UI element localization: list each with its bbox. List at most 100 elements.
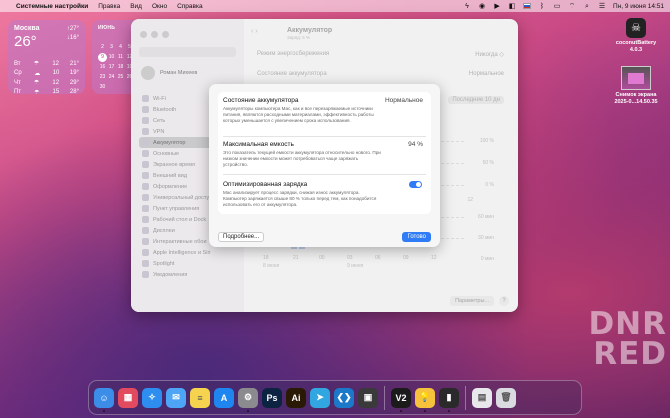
notes-icon[interactable]: ≡	[190, 387, 210, 408]
play-icon[interactable]: ▶	[493, 3, 501, 10]
system-settings-icon[interactable]: ⚙	[238, 387, 258, 412]
control-center-icon[interactable]: ☰	[598, 3, 606, 10]
trash-icon[interactable]: 🗑	[496, 387, 516, 408]
forecast-day: Ср	[14, 70, 22, 77]
health-value: Нормальное	[384, 97, 423, 104]
desktop-coconutbattery[interactable]: ☠ coconutBattery 4.0.3	[608, 18, 664, 53]
mail-icon[interactable]: ✉	[166, 387, 186, 408]
watermark-line1: DNR	[588, 306, 667, 342]
divider	[223, 174, 426, 175]
forecast-hi: 19°	[69, 70, 79, 77]
coconut-battery-icon[interactable]: ▮	[439, 387, 459, 412]
health-section: Состояние аккумулятора Нормальное Аккуму…	[223, 97, 425, 123]
calendar-day: 11	[117, 54, 124, 60]
calendar-day: 24	[108, 74, 115, 80]
dock-separator	[384, 385, 385, 410]
calendar-day: 10	[108, 54, 115, 60]
finder-icon[interactable]: ☺	[94, 387, 114, 412]
menu-view[interactable]: Вид	[130, 3, 142, 10]
calendar-day: 17	[108, 64, 115, 70]
done-button[interactable]: Готово	[402, 232, 431, 242]
bluetooth-icon[interactable]: ᛒ	[538, 3, 546, 10]
optimized-title: Оптимизированная зарядка	[223, 181, 308, 188]
screenshot-thumbnail	[621, 66, 651, 90]
calendar-day	[98, 33, 107, 42]
watermark: DNR RED	[587, 306, 667, 372]
menubar-clock[interactable]: Пн, 9 июня 14:51	[613, 3, 664, 10]
menu-help[interactable]: Справка	[177, 3, 203, 10]
app-store-icon[interactable]: A	[214, 387, 234, 408]
more-info-button[interactable]: Подробнее...	[218, 232, 265, 242]
menu-app-name[interactable]: Системные настройки	[16, 3, 88, 10]
forecast-row: Пт ☂ 15 28°	[14, 88, 79, 98]
running-indicator	[247, 409, 249, 412]
sphere-icon[interactable]: ◉	[478, 3, 486, 10]
forecast-lo: 15	[52, 89, 60, 96]
search-icon[interactable]: ⌕	[583, 3, 591, 10]
weather-forecast: Вт ☂ 12 21° Ср ☁ 10 19° Чт ☂ 12 29° Пт ☂…	[14, 59, 79, 97]
optimized-desc: Mac анализирует процесс зарядки, снижая …	[223, 190, 377, 207]
dock: ☺ ▦ ✧ ✉ ≡ A ⚙ Ps Ai ➤ ❮❯ ▣ V2 💡 ▮ ▤ 🗑	[88, 380, 582, 415]
calendar-day: 3	[110, 44, 113, 50]
capacity-value: 94 %	[408, 141, 423, 148]
cloud-rain-icon: ☂	[34, 89, 40, 96]
weather-hi: ↑27°	[66, 26, 79, 32]
forecast-day: Вт	[14, 60, 21, 67]
pdf-reader-icon[interactable]: ▣	[358, 387, 378, 408]
weather-lo: ↓16°	[66, 35, 79, 41]
coconut-version: 4.0.3	[629, 46, 643, 53]
downloads-folder-icon[interactable]: ▤	[472, 387, 492, 408]
running-indicator	[448, 409, 450, 412]
optimized-charging-toggle[interactable]	[409, 181, 422, 188]
cloud-sun-icon: ☁	[34, 70, 41, 77]
menu-window[interactable]: Окно	[152, 3, 167, 10]
calendar-day	[116, 33, 125, 42]
capacity-desc: Это показатель текущей емкости аккумулят…	[223, 150, 381, 167]
weather-widget[interactable]: Москва 26° ↑27° ↓16° Вт ☂ 12 21° Ср ☁ 10…	[8, 20, 85, 97]
control-icon[interactable]: ◧	[508, 3, 516, 10]
battery-health-sheet: Состояние аккумулятора Нормальное Аккуму…	[209, 84, 440, 247]
divider	[223, 136, 426, 137]
forecast-hi: 21°	[69, 60, 79, 67]
coconut-skull-icon: ☠	[626, 18, 646, 38]
safari-icon[interactable]: ✧	[142, 387, 162, 408]
v2-app-icon[interactable]: V2	[391, 387, 411, 412]
running-indicator	[400, 409, 402, 412]
calendar-day: 16	[99, 64, 106, 70]
calendar-day: 4	[119, 44, 122, 50]
calendar-day: 18	[117, 64, 124, 70]
dock-separator	[465, 385, 466, 410]
desktop-screenshot-file[interactable]: Снимок экрана 2025-0...14.50.35	[606, 66, 666, 105]
watermark-line2: RED	[593, 336, 667, 372]
forecast-day: Чт	[14, 79, 21, 86]
forecast-lo: 12	[52, 79, 60, 86]
weather-temp: 26°	[14, 33, 37, 50]
flag-icon[interactable]	[523, 3, 532, 9]
vscode-icon[interactable]: ❮❯	[334, 387, 354, 408]
forecast-hi: 29°	[69, 79, 79, 86]
launchpad-icon[interactable]: ▦	[118, 387, 138, 408]
menu-edit[interactable]: Правка	[98, 3, 120, 10]
calendar-day: 23	[99, 74, 106, 80]
capacity-section: Максимальная емкость 94 % Это показатель…	[223, 141, 425, 167]
weather-hilo: ↑27° ↓16°	[67, 25, 79, 43]
forecast-lo: 12	[52, 60, 60, 67]
forecast-row: Вт ☂ 12 21°	[14, 59, 79, 69]
calendar-day	[107, 33, 116, 42]
photoshop-icon[interactable]: Ps	[262, 387, 282, 408]
menu-bar: Системные настройки Правка Вид Окно Спра…	[0, 0, 670, 12]
forecast-lo: 10	[52, 70, 60, 77]
telegram-icon[interactable]: ➤	[310, 387, 330, 408]
screenshot-sub: 2025-0...14.50.35	[614, 98, 658, 105]
battery-icon[interactable]: ▭	[553, 3, 561, 10]
bolt-icon[interactable]: ϟ	[463, 3, 471, 10]
running-indicator	[103, 409, 105, 412]
running-indicator	[424, 409, 426, 412]
illustrator-icon[interactable]: Ai	[286, 387, 306, 408]
health-desc: Аккумуляторы компьютера Mac, как и все п…	[223, 106, 374, 123]
bulb-app-icon[interactable]: 💡	[415, 387, 435, 412]
calendar-day: 2	[101, 44, 104, 50]
wifi-icon[interactable]: ⌔	[568, 3, 576, 10]
capacity-title: Максимальная емкость	[223, 141, 294, 148]
forecast-day: Пт	[14, 89, 22, 96]
